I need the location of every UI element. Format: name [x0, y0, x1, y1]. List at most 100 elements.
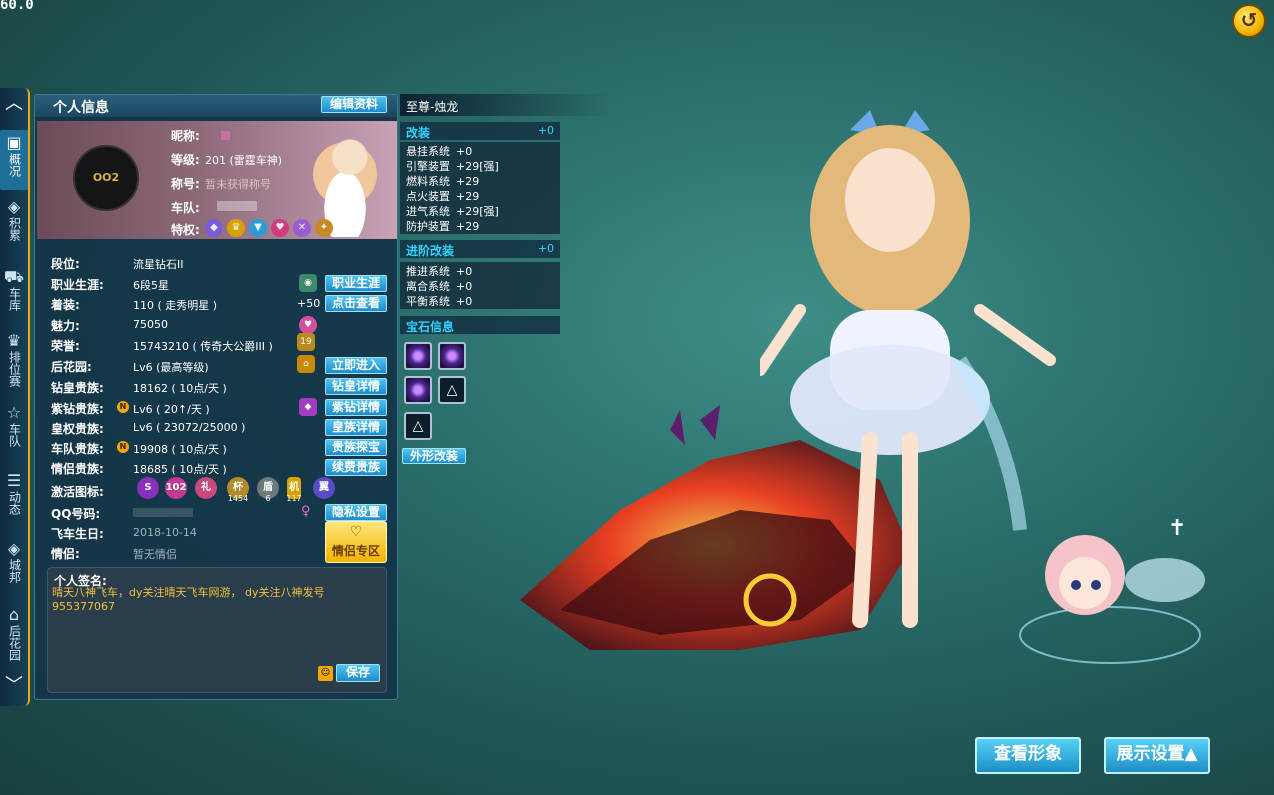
noble-treasure-button[interactable]: 贵族探宝: [325, 439, 387, 456]
rank-value: 流星钻石II: [133, 258, 184, 271]
nav-item-feed[interactable]: ☰ 动态: [0, 472, 28, 524]
privilege-icon-3[interactable]: ▼: [249, 219, 267, 237]
advanced-mod-total: +0: [537, 242, 554, 255]
outfit-label: 着装:: [51, 298, 80, 312]
shield-count: 6: [265, 494, 271, 503]
career-button[interactable]: 职业生涯: [325, 275, 387, 292]
outfit-view-button[interactable]: 点击查看: [325, 295, 387, 312]
gift-icon[interactable]: 礼: [195, 477, 217, 499]
advanced-mod-list: 推进系统 +0 离合系统 +0 平衡系统 +0: [400, 262, 560, 309]
team-label: 车队:: [171, 201, 200, 215]
team-value: [217, 201, 257, 211]
nav-up-arrow-icon[interactable]: ︿: [0, 92, 28, 116]
nav-down-arrow-icon[interactable]: ﹀: [0, 674, 28, 698]
gem-slot-2[interactable]: [438, 342, 466, 370]
rank-label: 段位:: [51, 257, 80, 271]
couple-zone-button[interactable]: ♡ 情侣专区: [325, 521, 387, 563]
svg-text:✝: ✝: [1168, 516, 1186, 541]
nav-item-overview[interactable]: ▣ 概况: [0, 130, 28, 190]
n-badge-icon: N: [117, 401, 129, 413]
car-icon: ⛟: [3, 267, 25, 286]
n-badge-icon: N: [117, 441, 129, 453]
partner-value: 暂无情侣: [133, 548, 177, 561]
list-item: 引擎装置 +29[强]: [406, 160, 499, 173]
signature-box[interactable]: 个人签名: 晴天八神飞车，dy关注晴天飞车网游， dy关注八神发号9553770…: [47, 567, 387, 693]
wings-icon[interactable]: 翼: [313, 477, 335, 499]
display-settings-button[interactable]: 展示设置▲: [1104, 737, 1210, 774]
honor-label: 荣誉:: [51, 339, 80, 353]
garden-enter-button[interactable]: 立即进入: [325, 357, 387, 374]
privacy-settings-button[interactable]: 隐私设置: [325, 504, 387, 521]
nav-item-garden[interactable]: ⌂ 后花园: [0, 606, 28, 668]
nav-item-garage[interactable]: ⛟ 车库: [0, 268, 28, 320]
qq-value: [133, 508, 193, 517]
purple-value: Lv6 ( 20↑/天 ): [133, 403, 210, 416]
couple-noble-label: 情侣贵族:: [51, 462, 104, 476]
emoji-icon[interactable]: ☺: [318, 666, 333, 681]
icons-label: 激活图标:: [51, 485, 104, 499]
gem-slot-empty-triangle-icon[interactable]: △: [438, 376, 466, 404]
avatar[interactable]: OO2: [73, 145, 139, 211]
exterior-mod-button[interactable]: 外形改装: [402, 448, 466, 464]
career-label: 职业生涯:: [51, 278, 104, 292]
garden-value: Lv6 (最高等级): [133, 361, 209, 374]
nav-item-team[interactable]: ☆ 车队: [0, 404, 28, 456]
birthday-value: 2018-10-14: [133, 526, 197, 539]
gem-slot-1[interactable]: [404, 342, 432, 370]
charm-value: 75050: [133, 318, 168, 331]
gender-female-icon: ♀: [301, 504, 311, 519]
diamond-label: 钻皇贵族:: [51, 381, 104, 395]
gem-slot-3[interactable]: [404, 376, 432, 404]
renew-noble-button[interactable]: 续费贵族: [325, 459, 387, 476]
vip-badge-icon[interactable]: 102: [165, 477, 187, 499]
view-look-button[interactable]: 查看形象: [975, 737, 1081, 774]
garden-icon: ⌂: [8, 605, 20, 624]
privilege-label: 特权:: [171, 223, 200, 237]
nav-item-city[interactable]: ◈ 城邦: [0, 540, 28, 592]
rank-icon: ♛: [6, 331, 22, 350]
royal-detail-button[interactable]: 皇族详情: [325, 419, 387, 436]
banner-character-art: [297, 123, 393, 237]
diamond-detail-button[interactable]: 钻皇详情: [325, 378, 387, 395]
level-value: 201 (雷霆车神): [205, 154, 283, 167]
nickname-value: [221, 131, 230, 140]
purple-label: 紫钻贵族:: [51, 402, 104, 416]
feed-icon: ☰: [6, 471, 22, 490]
charm-label: 魅力:: [51, 319, 80, 333]
save-button[interactable]: 保存: [336, 664, 380, 682]
partner-label: 情侣:: [51, 547, 80, 561]
couple-heart-icon: ♡: [349, 524, 363, 540]
gem-slot-empty-triangle-icon[interactable]: △: [404, 412, 432, 440]
privilege-icon-4[interactable]: ♥: [271, 219, 289, 237]
star-icon: ☆: [6, 403, 22, 422]
garden-house-icon: ⌂: [297, 355, 315, 373]
car-name: 至尊-烛龙: [400, 94, 610, 116]
list-item: 推进系统 +0: [406, 265, 473, 278]
qq-label: QQ号码:: [51, 507, 101, 521]
nav-item-accumulate[interactable]: ◈ 积累: [0, 198, 28, 254]
nav-item-ranked[interactable]: ♛ 排位赛: [0, 332, 28, 394]
phone-count: 117: [286, 494, 302, 503]
side-nav: ︿ ▣ 概况 ◈ 积累 ⛟ 车库 ♛ 排位赛 ☆ 车队 ☰ 动态 ◈ 城邦 ⌂ …: [0, 88, 30, 706]
advanced-mod-header: 进阶改装 +0: [400, 240, 560, 258]
signature-text[interactable]: 晴天八神飞车，dy关注晴天飞车网游， dy关注八神发号955377067: [52, 586, 342, 614]
title-label: 称号:: [171, 177, 200, 191]
globe-icon: ◉: [299, 274, 317, 292]
list-item: 燃料系统 +29: [406, 175, 480, 188]
privilege-icon-2[interactable]: ♛: [227, 219, 245, 237]
birthday-label: 飞车生日:: [51, 527, 104, 541]
profile-card-icon: ▣: [6, 133, 22, 152]
edit-profile-button[interactable]: 编辑资料: [321, 96, 387, 113]
list-item: 防护装置 +29: [406, 220, 480, 233]
s-badge-icon[interactable]: S: [137, 477, 159, 499]
list-item: 进气系统 +29[强]: [406, 205, 499, 218]
trophy-count: 1454: [227, 494, 249, 503]
title-value: 暂未获得称号: [205, 178, 271, 191]
purple-detail-button[interactable]: 紫钻详情: [325, 399, 387, 416]
privilege-icon-1[interactable]: ◆: [205, 219, 223, 237]
privilege-icon-6[interactable]: ✦: [315, 219, 333, 237]
back-button[interactable]: ↺: [1232, 4, 1266, 38]
list-item: 离合系统 +0: [406, 280, 473, 293]
honor-value: 15743210 ( 传奇大公爵III ): [133, 340, 273, 353]
privilege-icon-5[interactable]: ✕: [293, 219, 311, 237]
